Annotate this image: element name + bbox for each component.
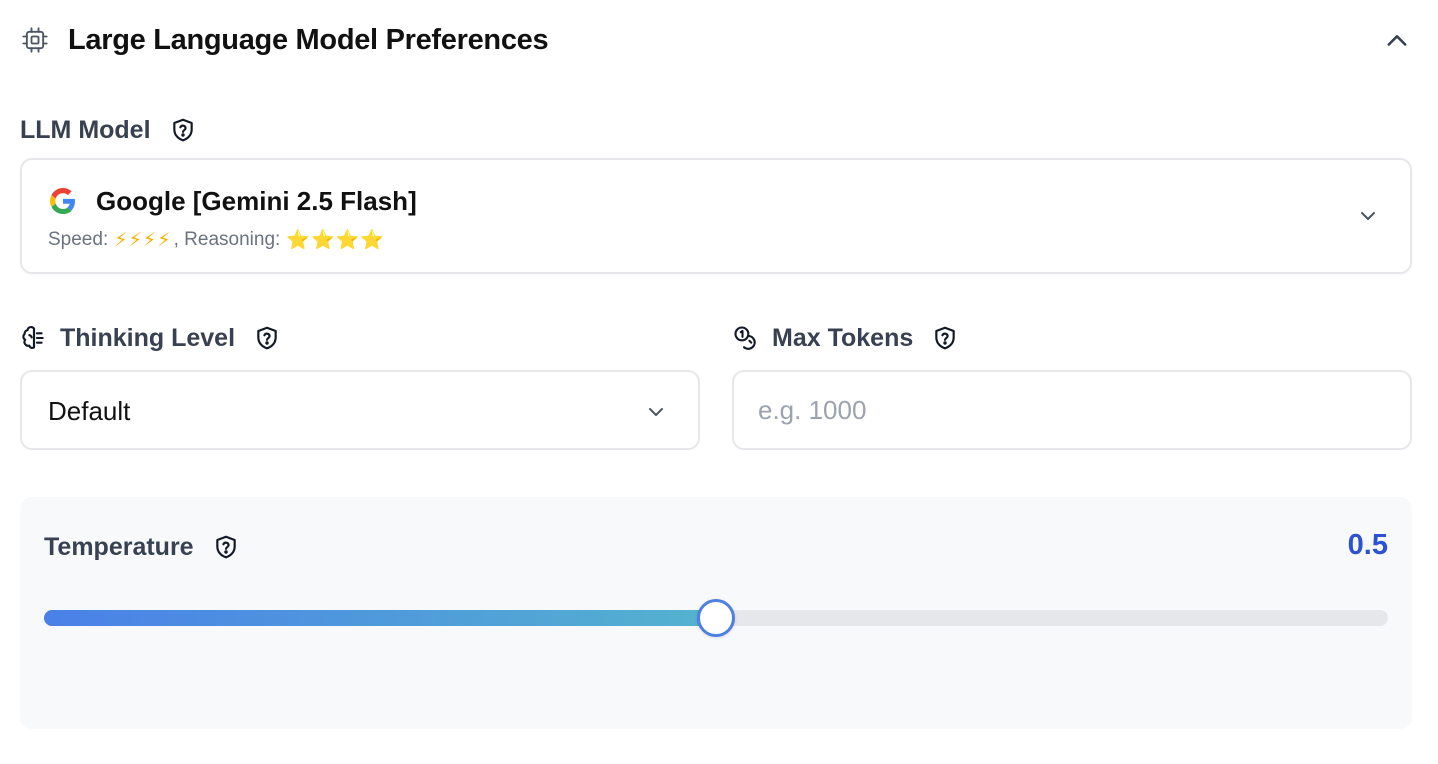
- section-header[interactable]: Large Language Model Preferences: [20, 18, 1418, 62]
- brain-icon: [20, 324, 48, 352]
- section-title: Large Language Model Preferences: [68, 23, 549, 56]
- selected-model-name: Google [Gemini 2.5 Flash]: [96, 186, 417, 216]
- temperature-slider-fill: [44, 610, 716, 626]
- temperature-value: 0.5: [1347, 529, 1388, 561]
- temperature-label: Temperature: [44, 532, 194, 561]
- reasoning-rating: ⭐⭐⭐⭐: [286, 230, 385, 251]
- cpu-chip-icon: [20, 25, 50, 55]
- temperature-card: Temperature 0.5: [20, 497, 1412, 729]
- chevron-down-icon: [644, 400, 668, 424]
- shield-question-icon[interactable]: [931, 324, 959, 352]
- speed-label: Speed:: [48, 229, 109, 250]
- max-tokens-label-row: Max Tokens: [732, 322, 959, 354]
- llm-model-label-row: LLM Model: [20, 114, 197, 146]
- temperature-slider-thumb[interactable]: [697, 599, 735, 637]
- max-tokens-label: Max Tokens: [772, 323, 914, 352]
- chevron-down-icon: [1356, 204, 1380, 228]
- speed-rating: ⚡⚡⚡⚡: [114, 229, 172, 251]
- temperature-label-row: Temperature: [44, 531, 240, 563]
- coins-icon: [732, 324, 760, 352]
- thinking-level-select[interactable]: Default: [20, 370, 700, 450]
- shield-question-icon[interactable]: [253, 324, 281, 352]
- llm-preferences-panel: Large Language Model Preferences LLM Mod…: [0, 0, 1438, 764]
- llm-model-select[interactable]: Google [Gemini 2.5 Flash] Speed: ⚡⚡⚡⚡ , …: [20, 158, 1412, 274]
- thinking-level-label: Thinking Level: [60, 323, 236, 352]
- reasoning-label: , Reasoning:: [173, 229, 281, 250]
- shield-question-icon[interactable]: [169, 116, 197, 144]
- thinking-level-value: Default: [48, 396, 131, 426]
- thinking-level-label-row: Thinking Level: [20, 322, 281, 354]
- model-ratings: Speed: ⚡⚡⚡⚡ , Reasoning: ⭐⭐⭐⭐: [48, 228, 385, 252]
- llm-model-label: LLM Model: [20, 115, 151, 144]
- shield-question-icon[interactable]: [212, 533, 240, 561]
- chevron-up-icon[interactable]: [1380, 24, 1414, 58]
- google-logo-icon: [50, 188, 76, 214]
- max-tokens-input[interactable]: [732, 370, 1412, 450]
- temperature-slider[interactable]: [44, 599, 1388, 637]
